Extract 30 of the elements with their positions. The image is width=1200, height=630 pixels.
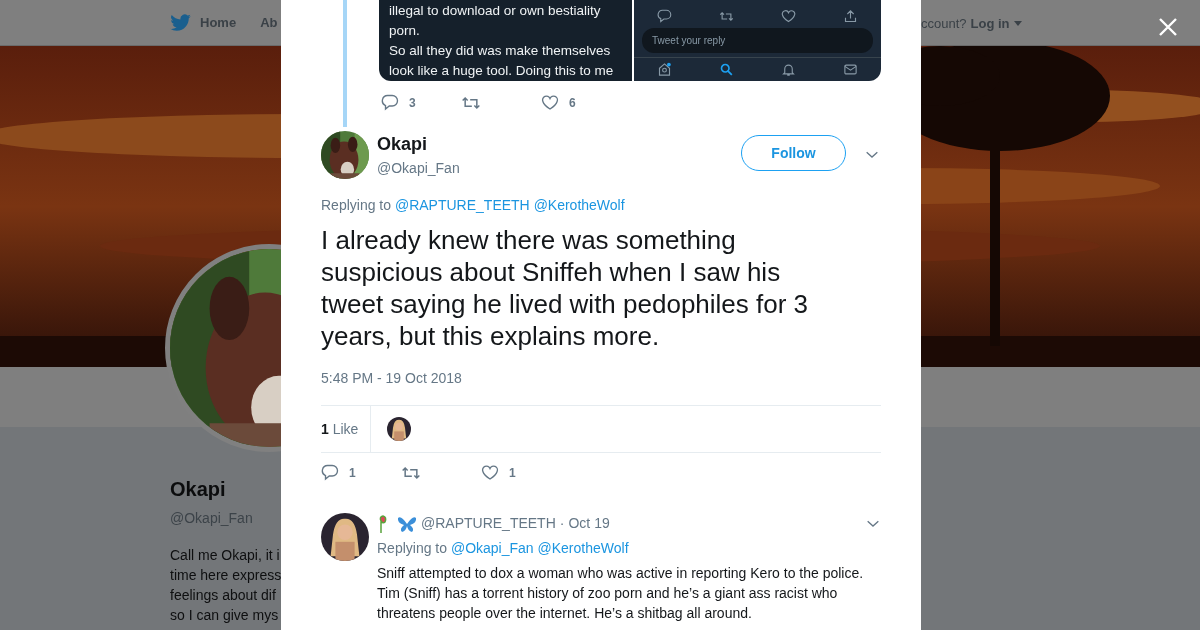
retweet-icon[interactable] bbox=[719, 9, 735, 24]
replying-to-line: Replying to @Okapi_Fan @KerotheWolf bbox=[377, 539, 630, 558]
login-link[interactable]: Log in bbox=[970, 14, 1022, 34]
profile-name: Okapi bbox=[170, 477, 227, 502]
home-link[interactable]: Home bbox=[200, 12, 237, 33]
account-prompt: ccount? bbox=[921, 15, 967, 33]
caret-icon bbox=[1013, 21, 1022, 27]
reply-text: Sniff attempted to dox a woman who was active in reporting Kero to the police. Tim (Sniff) has a torrent history of zoo porn and he’s a giant ass racist who threatens people over the internet. He’s a shitbag all around. bbox=[377, 564, 865, 623]
reply-count: 1 bbox=[349, 465, 356, 482]
profile-bio: Call me Okapi, it i time here express feelings about dif so I can give mys bbox=[170, 546, 281, 625]
screenshot-text: porn. bbox=[389, 22, 421, 40]
bird-icon bbox=[170, 13, 192, 32]
nav-link[interactable]: Ab bbox=[260, 12, 278, 33]
heart-icon[interactable] bbox=[780, 9, 796, 24]
mention-link[interactable]: @Okapi_Fan bbox=[450, 540, 534, 556]
like-summary: 1 Like bbox=[321, 419, 359, 439]
share-icon[interactable] bbox=[842, 9, 858, 24]
reply-field[interactable]: Tweet your reply bbox=[642, 28, 873, 53]
close-icon bbox=[1158, 16, 1178, 37]
tweet-timestamp: 5:48 PM - 19 Oct 2018 bbox=[321, 369, 463, 388]
mention-link[interactable]: @KerotheWolf bbox=[537, 540, 629, 556]
butterfly-icon bbox=[397, 514, 417, 533]
screenshot-text: illegal to download or own bestiality bbox=[389, 2, 602, 20]
like-count: 1 bbox=[509, 465, 516, 482]
heart-icon[interactable] bbox=[481, 464, 499, 482]
reply-icon[interactable] bbox=[657, 9, 673, 24]
reply-handle: @RAPTURE_TEETH bbox=[421, 514, 556, 533]
reply-date: Oct 19 bbox=[568, 514, 610, 533]
reply-icon[interactable] bbox=[321, 464, 339, 482]
separator-dot: · bbox=[559, 514, 565, 533]
